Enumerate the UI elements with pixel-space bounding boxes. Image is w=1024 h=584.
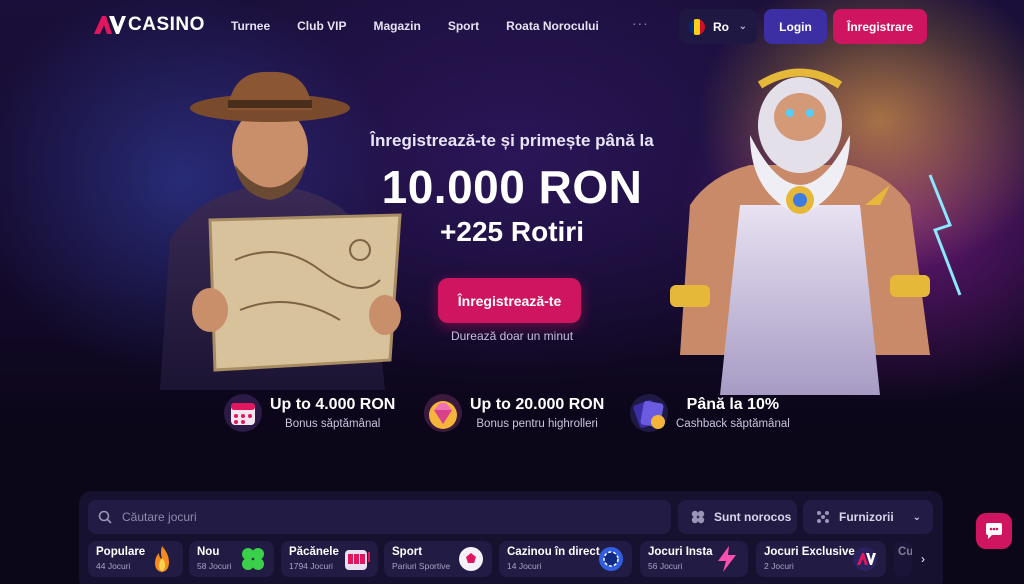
hero-note: Durează doar un minut <box>450 329 574 343</box>
soccer-ball-icon <box>459 547 483 571</box>
logo-text: CASINO <box>128 14 205 35</box>
nav-item-sport[interactable]: Sport <box>448 19 479 33</box>
clover-icon <box>691 510 705 524</box>
feature-title: Up to 20.000 RON <box>470 396 605 413</box>
lightning-icon <box>718 546 736 572</box>
feature-desc: Bonus săptămânal <box>285 418 381 430</box>
cashback-icon <box>630 394 668 432</box>
search-input[interactable] <box>122 510 642 524</box>
providers-dropdown[interactable]: Furnizorii ⌄ <box>803 500 933 534</box>
search-box[interactable] <box>88 500 671 534</box>
register-button[interactable]: Înregistrare <box>833 9 927 44</box>
chat-button[interactable] <box>976 513 1012 549</box>
main-nav: Turnee Club VIP Magazin Sport Roata Noro… <box>231 15 649 33</box>
providers-grid-icon <box>817 511 829 523</box>
language-selector[interactable]: Ro ⌄ <box>679 9 757 44</box>
lucky-button[interactable]: Sunt norocos <box>678 500 797 534</box>
login-button[interactable]: Login <box>764 9 827 44</box>
category-partial[interactable]: Cu <box>894 541 912 577</box>
nav-more-icon[interactable]: ··· <box>632 15 649 33</box>
top-header: CASINO Turnee Club VIP Magazin Sport Roa… <box>0 0 1024 52</box>
search-icon <box>98 510 112 524</box>
feature-weekly-bonus: Up to 4.000 RON Bonus săptămânal <box>222 392 395 434</box>
calendar-gift-icon <box>224 394 262 432</box>
chevron-right-icon[interactable]: › <box>912 545 934 573</box>
romania-flag-icon <box>689 18 705 35</box>
hero-register-button[interactable]: Înregistrează-te <box>438 278 581 323</box>
clover-icon <box>242 548 264 570</box>
slot-machine-icon <box>345 550 370 570</box>
feature-title: Până la 10% <box>686 396 780 413</box>
chevron-down-icon: ⌄ <box>912 511 921 523</box>
hero-amount: 10.000 RON <box>381 161 643 213</box>
feature-desc: Cashback săptămânal <box>676 418 790 430</box>
chip-icon <box>599 547 623 571</box>
nav-item-club-vip[interactable]: Club VIP <box>297 19 346 33</box>
category-pacanele[interactable]: Păcănele 1794 Jocuri <box>281 541 378 577</box>
hero-subtitle: Înregistrează-te și primește până la <box>370 131 654 150</box>
category-jocuri-exclusive[interactable]: Jocuri Exclusive 2 Jocuri <box>756 541 886 577</box>
lucky-label: Sunt norocos <box>714 510 792 524</box>
category-nou[interactable]: Nou 58 Jocuri <box>189 541 274 577</box>
diamond-icon <box>424 394 462 432</box>
providers-label: Furnizorii <box>839 510 894 524</box>
fire-icon <box>155 546 169 572</box>
nav-item-magazin[interactable]: Magazin <box>373 19 420 33</box>
site-logo[interactable]: CASINO <box>92 14 205 36</box>
category-cazinou-in-direct[interactable]: Cazinou în direct 14 Jocuri <box>499 541 632 577</box>
chevron-down-icon: ⌄ <box>738 21 747 32</box>
nav-item-roata-norocului[interactable]: Roata Norocului <box>506 19 599 33</box>
category-name: Cu <box>898 546 912 558</box>
feature-desc: Bonus pentru highrolleri <box>476 418 598 430</box>
nav-item-turnee[interactable]: Turnee <box>231 19 270 33</box>
feature-highroller-bonus: Up to 20.000 RON Bonus pentru highroller… <box>422 392 604 434</box>
av-logo-icon <box>853 547 877 571</box>
language-label: Ro <box>713 19 729 34</box>
category-jocuri-insta[interactable]: Jocuri Insta 56 Jocuri <box>640 541 748 577</box>
feature-title: Up to 4.000 RON <box>270 396 396 413</box>
chat-bubble-icon <box>986 523 1002 539</box>
feature-cashback: Până la 10% Cashback săptămânal <box>628 392 790 434</box>
hero-spins: +225 Rotiri <box>440 216 584 247</box>
av-logo-icon <box>94 16 126 34</box>
category-populare[interactable]: Populare 44 Jocuri <box>88 541 183 577</box>
category-sport[interactable]: Sport Pariuri Sportive <box>384 541 492 577</box>
